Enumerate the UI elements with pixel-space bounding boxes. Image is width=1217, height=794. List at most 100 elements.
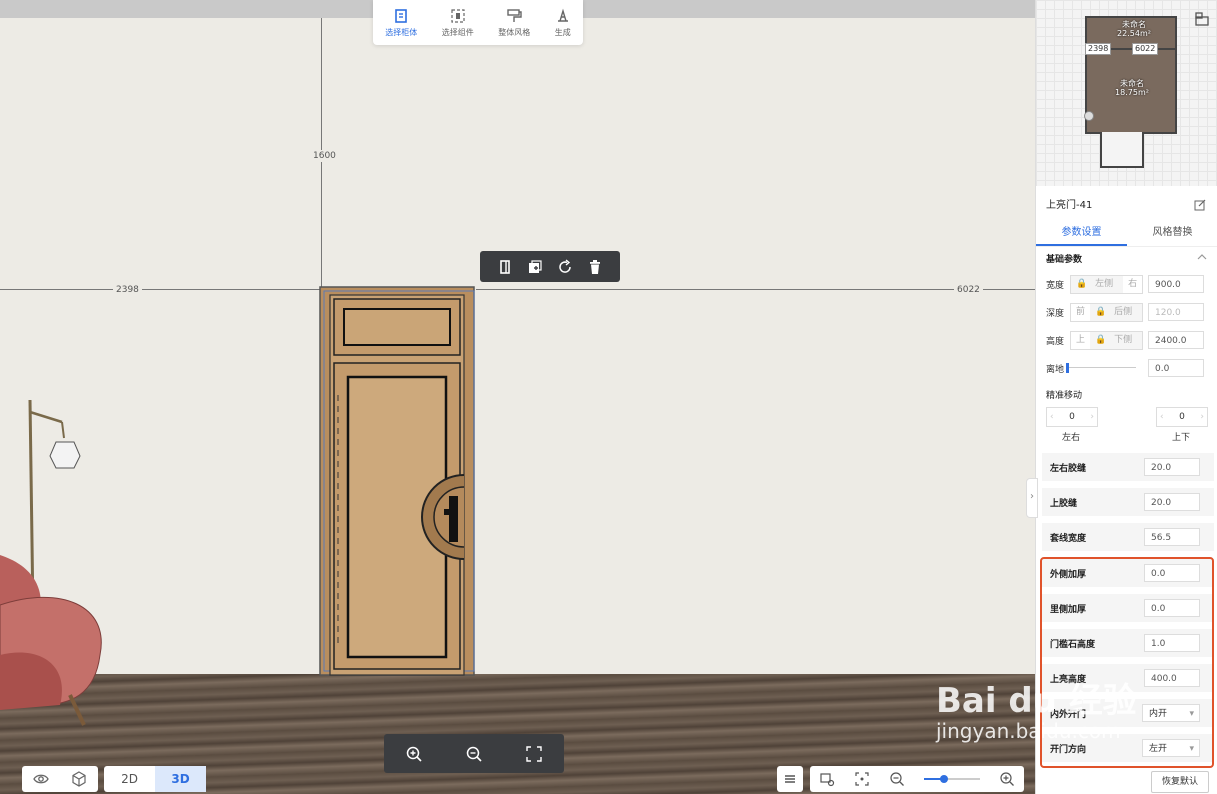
ground-label: 离地 — [1046, 364, 1065, 375]
depth-input[interactable]: 120.0 — [1148, 303, 1204, 321]
field-inner-thickening: 里侧加厚 0.0 — [1042, 594, 1214, 622]
select-cabinet-button[interactable]: 选择柜体 — [385, 8, 417, 38]
chevron-up-icon[interactable] — [1197, 253, 1207, 261]
minimap-dim-left: 2398 — [1085, 43, 1112, 55]
camera-controls — [810, 766, 1024, 792]
generate-button[interactable]: 生成 — [555, 8, 571, 38]
field-inner-thickening-input[interactable]: 0.0 — [1144, 599, 1200, 617]
select-component-label: 选择组件 — [441, 27, 474, 37]
door-icon[interactable] — [497, 259, 513, 275]
select-open-side-label: 开门方向 — [1050, 744, 1087, 755]
width-opt-left[interactable]: 🔒 左侧 — [1071, 275, 1124, 293]
move-ud-label: 上下 — [1172, 433, 1191, 443]
right-dimension-line — [476, 289, 1035, 290]
ground-slider[interactable] — [1066, 363, 1137, 373]
focus-icon[interactable] — [854, 771, 870, 787]
zoom-slider-handle[interactable] — [939, 775, 948, 783]
object-toolbar — [480, 251, 620, 282]
field-lr-gap-label: 左右胶缝 — [1050, 463, 1087, 474]
zoom-in-icon[interactable] — [405, 745, 423, 763]
left-dimension-label: 2398 — [113, 284, 142, 296]
minimap-camera-dot — [1084, 111, 1094, 121]
view-mode-toggle: 2D 3D — [104, 766, 206, 792]
field-top-gap-label: 上胶缝 — [1050, 498, 1078, 509]
field-threshold-height: 门槛石高度 1.0 — [1042, 629, 1214, 657]
generate-label: 生成 — [554, 27, 571, 37]
height-opt-top[interactable]: 上 — [1071, 332, 1090, 349]
layers-button[interactable] — [777, 766, 803, 792]
field-casing-width: 套线宽度 56.5 — [1042, 523, 1214, 551]
select-cabinet-label: 选择柜体 — [385, 27, 418, 37]
depth-label: 深度 — [1046, 308, 1065, 319]
select-component-icon — [451, 8, 465, 23]
move-lr-stepper[interactable]: ‹ 0 › — [1046, 407, 1098, 427]
tab-parameters[interactable]: 参数设置 — [1036, 222, 1127, 246]
select-open-direction-inout: 内外开门 内开 — [1042, 699, 1214, 727]
width-input[interactable]: 900.0 — [1148, 275, 1204, 293]
view-2d-button[interactable]: 2D — [104, 766, 155, 792]
ground-input[interactable]: 0.0 — [1148, 359, 1204, 377]
field-transom-height-label: 上亮高度 — [1050, 674, 1087, 685]
eye-icon[interactable] — [33, 771, 49, 787]
view-3d-button[interactable]: 3D — [155, 766, 206, 792]
field-outer-thickening-input[interactable]: 0.0 — [1144, 564, 1200, 582]
zoom-in-icon[interactable] — [999, 771, 1015, 787]
field-threshold-height-input[interactable]: 1.0 — [1144, 634, 1200, 652]
camera-settings-icon[interactable] — [819, 771, 835, 787]
zoom-out-icon[interactable] — [889, 771, 905, 787]
field-threshold-height-label: 门槛石高度 — [1050, 639, 1096, 650]
select-component-button[interactable]: 选择组件 — [442, 8, 474, 38]
delete-icon[interactable] — [587, 259, 603, 275]
depth-opt-front[interactable]: 前 — [1071, 304, 1090, 321]
edit-icon[interactable] — [1194, 199, 1206, 211]
restore-default-button[interactable]: 恢复默认 — [1151, 771, 1209, 793]
cube-icon[interactable] — [71, 771, 87, 787]
ground-slider-handle[interactable] — [1066, 363, 1070, 373]
select-open-side-dropdown[interactable]: 左开 — [1142, 739, 1200, 758]
height-input[interactable]: 2400.0 — [1148, 331, 1204, 349]
paint-roller-icon — [507, 8, 522, 22]
height-opt-bottom[interactable]: 🔒 下侧 — [1090, 331, 1143, 349]
overall-style-label: 整体风格 — [498, 27, 531, 37]
door-model[interactable] — [318, 285, 478, 677]
field-casing-width-label: 套线宽度 — [1050, 533, 1087, 544]
select-open-inout-dropdown[interactable]: 内开 — [1142, 704, 1200, 723]
zoom-out-icon[interactable] — [465, 745, 483, 763]
right-dimension-label: 6022 — [954, 284, 983, 296]
height-label: 高度 — [1046, 336, 1065, 347]
depth-anchor-toggle[interactable]: 前 🔒 后侧 — [1070, 302, 1144, 322]
depth-opt-back[interactable]: 🔒 后侧 — [1090, 303, 1143, 321]
3d-viewport[interactable]: 1600 2398 6022 选择柜体 选择组件 整体风格 生成 2D 3D — [0, 0, 1035, 794]
armchair — [0, 555, 102, 726]
minimap-room1-label: 未命名 22.54m² — [1117, 20, 1151, 38]
minimap-toggle-icon[interactable] — [1195, 12, 1209, 26]
overall-style-button[interactable]: 整体风格 — [498, 8, 530, 38]
field-casing-width-input[interactable]: 56.5 — [1144, 528, 1200, 546]
fit-screen-icon[interactable] — [525, 745, 543, 763]
select-open-inout-label: 内外开门 — [1050, 709, 1087, 720]
zoom-slider[interactable] — [923, 774, 980, 784]
panel-title: 上亮门-41 — [1046, 200, 1093, 211]
move-ud-stepper[interactable]: ‹ 0 › — [1156, 407, 1208, 427]
rotate-icon[interactable] — [557, 258, 573, 275]
field-lr-gap-input[interactable]: 20.0 — [1144, 458, 1200, 476]
tab-style-replace[interactable]: 风格替换 — [1127, 222, 1217, 246]
collapse-panel-button[interactable]: › — [1026, 478, 1038, 518]
width-opt-right[interactable]: 右 — [1123, 276, 1142, 293]
minimap-room2-label: 未命名 18.75m² — [1115, 79, 1149, 97]
field-top-gap-input[interactable]: 20.0 — [1144, 493, 1200, 511]
minimap-dim-right: 6022 — [1132, 43, 1159, 55]
minimap[interactable]: 未命名 22.54m² 未命名 18.75m² 2398 6022 — [1036, 0, 1217, 186]
field-top-gap: 上胶缝 20.0 — [1042, 488, 1214, 516]
height-anchor-toggle[interactable]: 上 🔒 下侧 — [1070, 330, 1144, 350]
move-lr-label: 左右 — [1062, 433, 1081, 443]
layers-icon — [785, 775, 795, 783]
left-dimension-line — [0, 289, 320, 290]
width-anchor-toggle[interactable]: 🔒 左侧 右 — [1070, 274, 1144, 294]
select-cabinet-icon — [395, 8, 408, 23]
wall — [0, 18, 1035, 674]
panel-tabs: 参数设置 风格替换 — [1036, 222, 1217, 247]
field-transom-height-input[interactable]: 400.0 — [1144, 669, 1200, 687]
add-copy-icon[interactable] — [527, 259, 543, 275]
field-transom-height: 上亮高度 400.0 — [1042, 664, 1214, 692]
